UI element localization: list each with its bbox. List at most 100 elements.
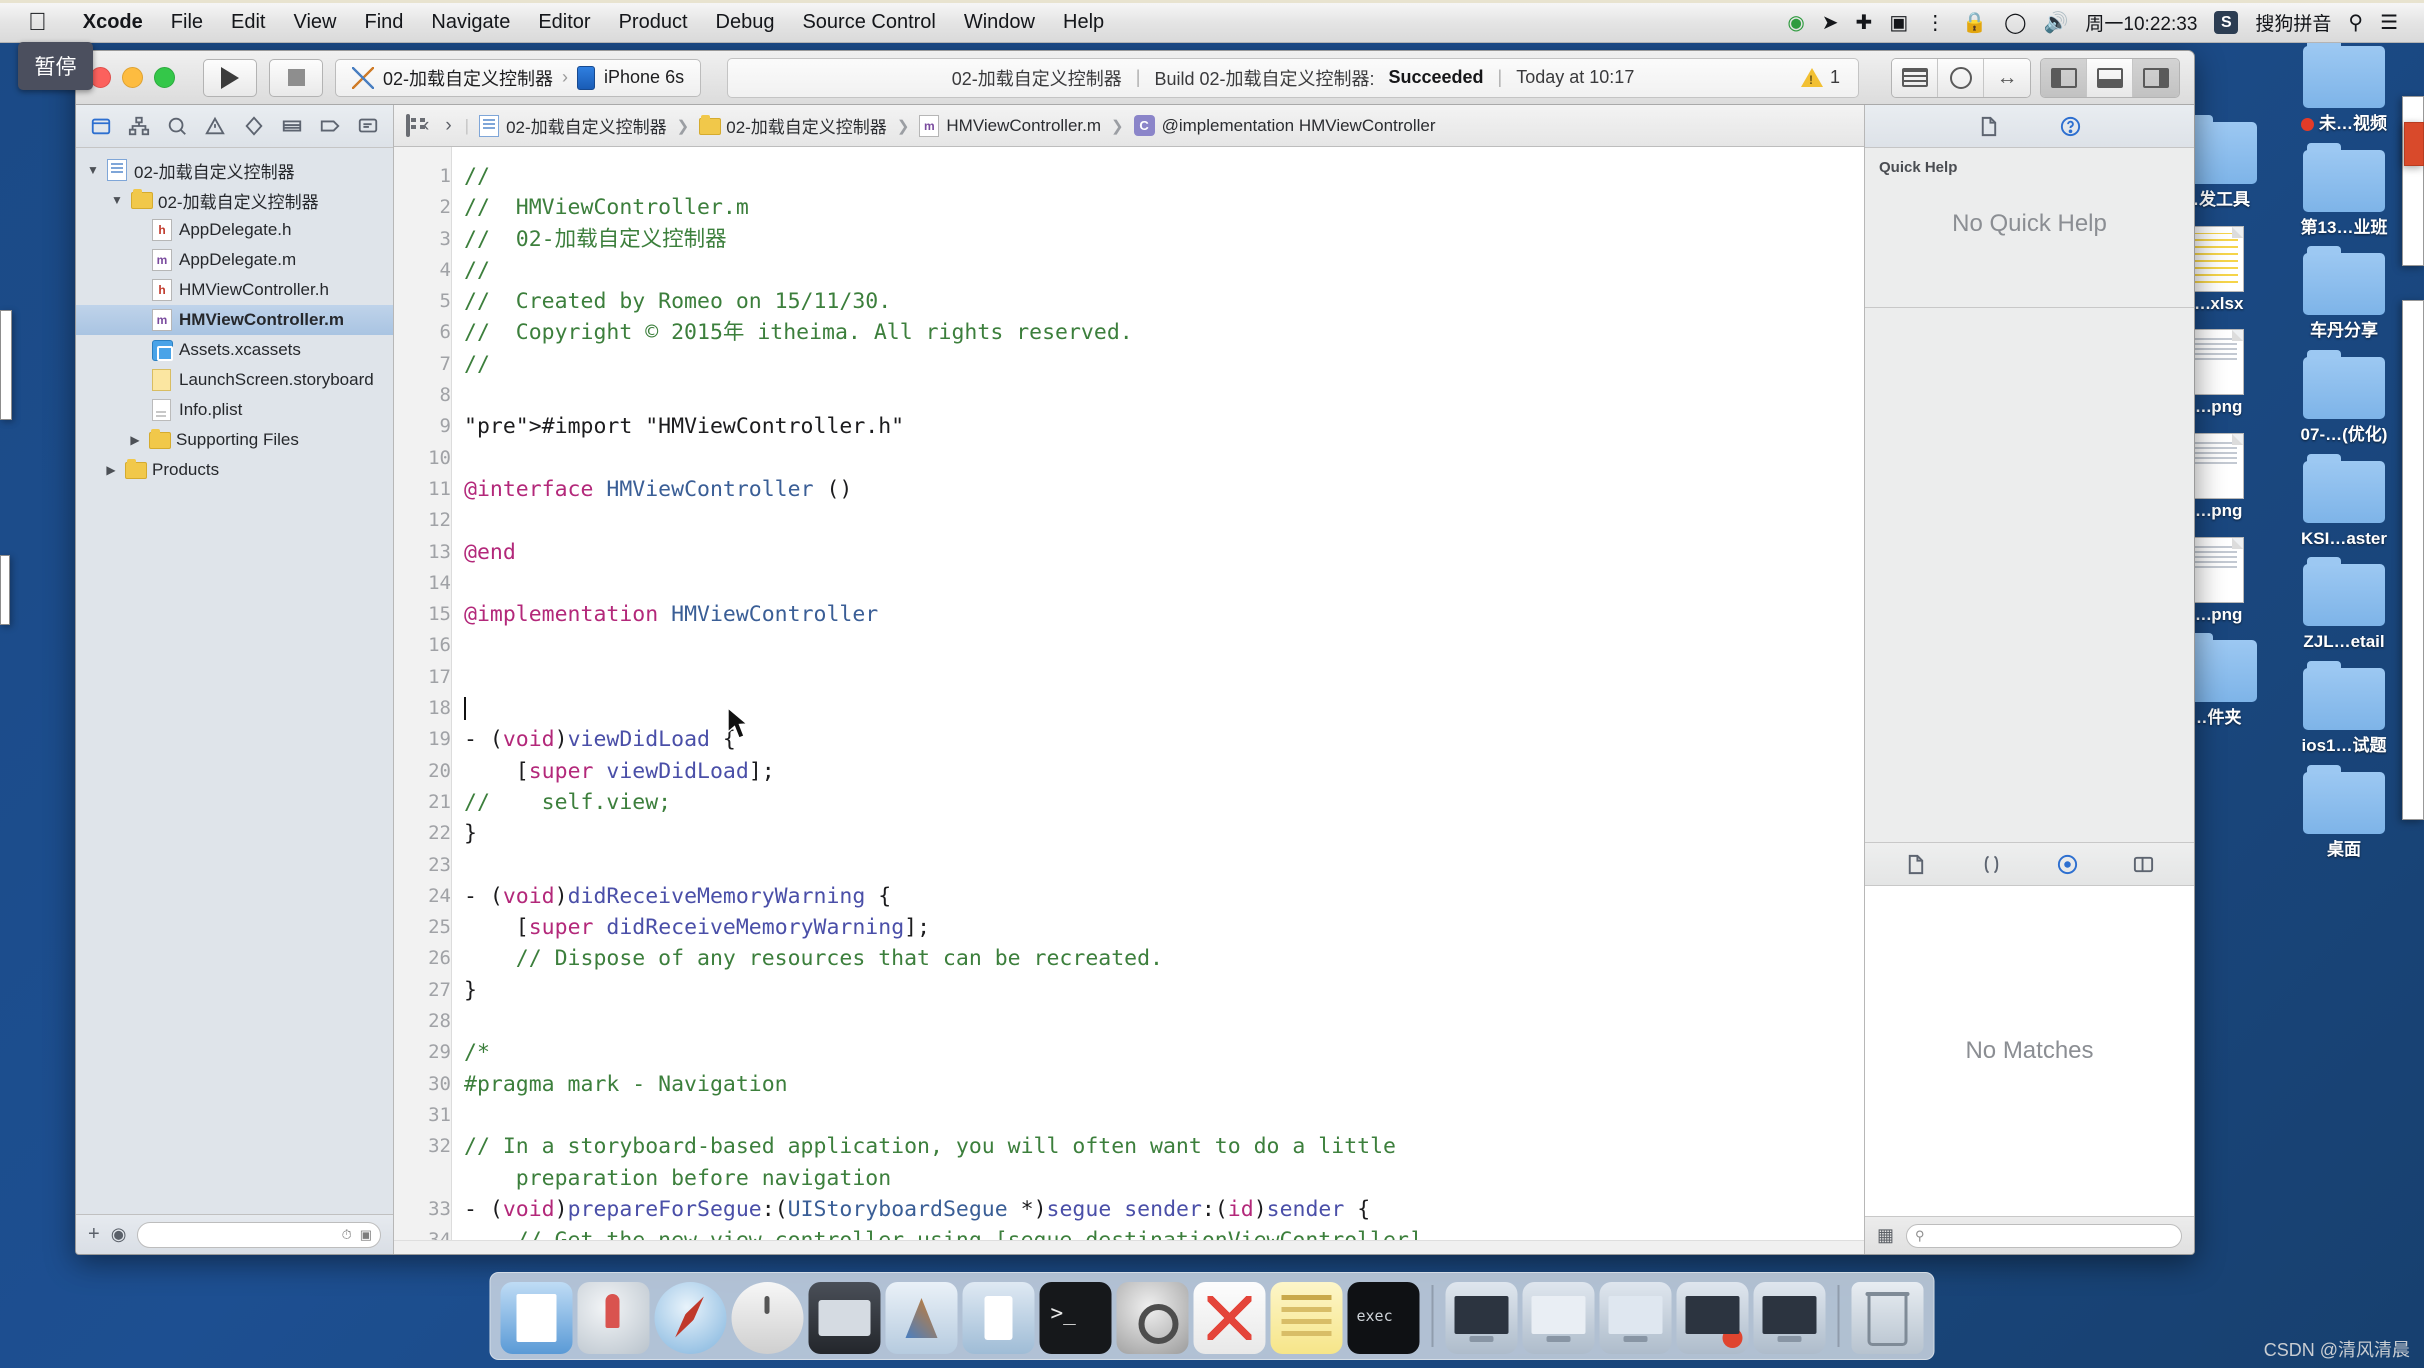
vpn-icon[interactable]: ⋮ — [1925, 13, 1945, 33]
maximize-button[interactable] — [154, 67, 175, 88]
code-line[interactable]: @end — [464, 537, 1864, 568]
code-line[interactable]: // — [464, 161, 1864, 192]
code-line[interactable]: #pragma mark - Navigation — [464, 1069, 1864, 1100]
disclosure-triangle-icon[interactable]: ▶ — [128, 433, 142, 447]
find-navigator-tab[interactable] — [163, 112, 191, 140]
code-line[interactable]: "pre">#import "HMViewController.h" — [464, 411, 1864, 442]
menu-item-product[interactable]: Product — [605, 11, 702, 34]
menu-item-source-control[interactable]: Source Control — [788, 11, 949, 34]
desktop-item[interactable]: 车丹分享 — [2288, 246, 2400, 341]
menu-item-xcode[interactable]: Xcode — [69, 11, 157, 34]
code-line[interactable]: // Dispose of any resources that can be … — [464, 943, 1864, 974]
tree-row-file[interactable]: m AppDelegate.m — [76, 245, 393, 275]
tree-row-file[interactable]: LaunchScreen.storyboard — [76, 365, 393, 395]
version-editor-button[interactable]: ↔ — [1984, 58, 2030, 97]
dock-item-screen-1[interactable] — [1445, 1282, 1518, 1354]
code-line[interactable]: [super viewDidLoad]; — [464, 756, 1864, 787]
tree-row-file[interactable]: Info.plist — [76, 395, 393, 425]
disclosure-triangle-icon[interactable]: ▼ — [86, 163, 100, 177]
code-line[interactable]: } — [464, 818, 1864, 849]
tree-row-file-selected[interactable]: m HMViewController.m — [76, 305, 393, 335]
background-window-left-1[interactable] — [0, 310, 12, 420]
code-line[interactable]: // In a storyboard-based application, yo… — [464, 1131, 1864, 1162]
code-line[interactable]: @implementation HMViewController — [464, 599, 1864, 630]
dock-item-screen-2[interactable] — [1522, 1282, 1595, 1354]
add-file-button[interactable]: + — [88, 1223, 100, 1246]
code-line[interactable] — [464, 505, 1864, 536]
code-line[interactable]: // self.view; — [464, 787, 1864, 818]
breakpoint-navigator-tab[interactable] — [316, 112, 344, 140]
code-line[interactable] — [464, 630, 1864, 661]
apple-menu-icon[interactable]:  — [28, 10, 47, 35]
object-library[interactable]: No Matches — [1865, 886, 2194, 1216]
dropbox-icon[interactable]: ◯ — [2004, 13, 2026, 33]
library-search-input[interactable] — [1930, 1228, 2173, 1243]
code-line[interactable] — [464, 1006, 1864, 1037]
menu-item-window[interactable]: Window — [950, 11, 1049, 34]
navigate-back-button[interactable]: ‹ — [420, 115, 432, 137]
code-line[interactable] — [464, 850, 1864, 881]
related-items-icon[interactable] — [406, 113, 410, 137]
code-line[interactable]: @interface HMViewController () — [464, 474, 1864, 505]
desktop-item[interactable]: ZJL…etail — [2288, 557, 2400, 652]
menu-item-view[interactable]: View — [279, 11, 350, 34]
input-method-badge[interactable]: S — [2214, 11, 2239, 34]
code-snippet-library-tab[interactable] — [1977, 849, 2007, 879]
background-window-2[interactable] — [2402, 300, 2424, 820]
disclosure-triangle-icon[interactable]: ▶ — [104, 463, 118, 477]
symbol-navigator-tab[interactable] — [125, 112, 153, 140]
desktop-item[interactable]: 桌面 — [2288, 764, 2400, 860]
recent-files-icon[interactable]: ⏱ — [342, 1227, 352, 1243]
code-line[interactable]: } — [464, 975, 1864, 1006]
scheme-selector[interactable]: 02-加载自定义控制器 › iPhone 6s — [335, 58, 702, 97]
run-button[interactable] — [203, 58, 257, 97]
input-method-label[interactable]: 搜狗拼音 — [2255, 9, 2331, 36]
navigator-filter-field[interactable]: ⏱ ▣ — [137, 1221, 381, 1248]
disclosure-triangle-icon[interactable]: ▼ — [110, 193, 124, 207]
dock-item-mouse-utility[interactable] — [731, 1282, 804, 1354]
notification-center-icon[interactable]: ☰ — [2380, 13, 2398, 33]
menu-item-editor[interactable]: Editor — [524, 11, 604, 34]
code-line[interactable]: // 02-加载自定义控制器 — [464, 224, 1864, 255]
screen-record-icon[interactable]: ▣ — [1889, 13, 1908, 33]
media-library-tab[interactable] — [2129, 849, 2159, 879]
dock-item-xcode-beta[interactable] — [962, 1282, 1035, 1354]
tree-row-file[interactable]: h HMViewController.h — [76, 275, 393, 305]
recording-pause-badge[interactable]: 暂停 — [18, 42, 93, 90]
dock-item-notes[interactable] — [1270, 1282, 1343, 1354]
location-icon[interactable]: ➤ — [1822, 13, 1839, 33]
file-inspector-tab[interactable] — [1974, 111, 2004, 141]
toggle-navigator-button[interactable] — [2041, 58, 2087, 97]
code-line[interactable]: // Created by Romeo on 15/11/30. — [464, 286, 1864, 317]
background-window-left-2[interactable] — [0, 555, 10, 625]
code-line[interactable]: // Get the new view controller using [se… — [464, 1225, 1864, 1240]
dock-item-safari[interactable] — [654, 1282, 727, 1354]
download-icon[interactable]: ◉ — [1787, 13, 1804, 33]
file-template-library-tab[interactable] — [1901, 849, 1931, 879]
minimize-button[interactable] — [122, 67, 143, 88]
source-editor[interactable]: 1 2 3 4 5 6 7 8 9 10 11 12 13 14 15 16 17 18 19 20 21 22 23 24 2… — [394, 147, 1864, 1240]
breadcrumb-project[interactable]: 02-加载自定义控制器 — [479, 113, 667, 138]
debug-navigator-tab[interactable] — [278, 112, 306, 140]
code-line[interactable]: // — [464, 349, 1864, 380]
code-line[interactable] — [464, 443, 1864, 474]
activity-status-bar[interactable]: 02-加载自定义控制器 | Build 02-加载自定义控制器: Succeed… — [727, 57, 1859, 98]
assistant-editor-button[interactable] — [1938, 58, 1984, 97]
desktop-item[interactable]: ios1…试题 — [2288, 661, 2400, 756]
dock-item-screen-3[interactable] — [1599, 1282, 1672, 1354]
dock-item-system-preferences[interactable] — [1116, 1282, 1189, 1354]
stop-button[interactable] — [269, 58, 323, 97]
tree-row-file[interactable]: h AppDelegate.h — [76, 215, 393, 245]
code-line[interactable]: /* — [464, 1037, 1864, 1068]
dock-item-screen-5[interactable] — [1753, 1282, 1826, 1354]
tree-row-group[interactable]: ▼ 02-加载自定义控制器 — [76, 185, 393, 215]
code-line[interactable]: - (void)didReceiveMemoryWarning { — [464, 881, 1864, 912]
breadcrumb-file[interactable]: m HMViewController.m — [919, 114, 1101, 137]
dock-item-trash[interactable] — [1851, 1282, 1924, 1354]
spotlight-search-icon[interactable]: ⚲ — [2348, 13, 2363, 33]
menu-item-help[interactable]: Help — [1049, 11, 1118, 34]
menu-item-debug[interactable]: Debug — [702, 11, 789, 34]
issue-navigator-tab[interactable] — [201, 112, 229, 140]
dock-item-xcode[interactable] — [885, 1282, 958, 1354]
project-file-tree[interactable]: ▼ 02-加载自定义控制器 ▼ 02-加载自定义控制器 h AppDelegat… — [76, 148, 393, 1214]
